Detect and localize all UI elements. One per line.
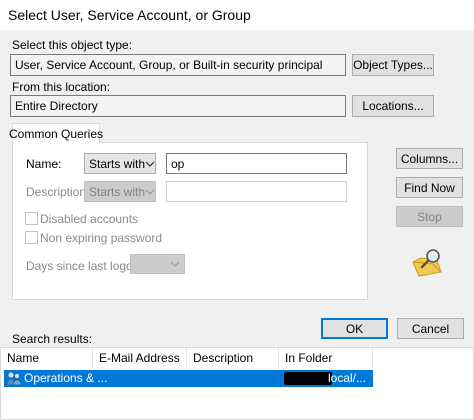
name-input[interactable] xyxy=(166,153,347,174)
search-results-label: Search results: xyxy=(12,332,93,346)
name-label: Name: xyxy=(26,157,62,171)
columns-button[interactable]: Columns... xyxy=(396,148,463,169)
redacted-block xyxy=(284,372,332,385)
column-header-name[interactable]: Name xyxy=(1,348,93,368)
magnifier-over-folder-icon xyxy=(411,248,445,278)
name-match-value: Starts with xyxy=(89,156,146,171)
description-match-value: Starts with xyxy=(89,184,146,199)
non-expiring-label: Non expiring password xyxy=(40,231,163,245)
days-label: Days since last logon: xyxy=(26,259,143,273)
description-match-select: Starts with xyxy=(84,181,156,202)
cancel-button[interactable]: Cancel xyxy=(397,318,464,339)
window-title: Select User, Service Account, or Group xyxy=(8,7,251,23)
tab-common-queries[interactable]: Common Queries xyxy=(9,123,103,143)
location-field: Entire Directory xyxy=(10,95,346,117)
disabled-accounts-label: Disabled accounts xyxy=(40,212,139,226)
row-folder: local/... xyxy=(328,371,367,385)
object-type-field: User, Service Account, Group, or Built-i… xyxy=(10,54,346,76)
user-group-icon xyxy=(6,371,22,386)
chevron-down-icon xyxy=(166,255,184,273)
column-header-email[interactable]: E-Mail Address xyxy=(93,348,187,368)
find-now-button[interactable]: Find Now xyxy=(396,177,463,198)
column-header-in-folder[interactable]: In Folder xyxy=(279,348,373,368)
location-label: From this location: xyxy=(12,80,111,94)
object-type-label: Select this object type: xyxy=(12,38,133,52)
non-expiring-checkbox[interactable] xyxy=(25,231,38,244)
column-header-description[interactable]: Description xyxy=(187,348,279,368)
search-results-list[interactable]: Name E-Mail Address Description In Folde… xyxy=(0,347,474,420)
days-select xyxy=(130,254,185,274)
name-input-value[interactable] xyxy=(171,157,342,171)
object-types-button[interactable]: Object Types... xyxy=(352,54,434,76)
ok-button[interactable]: OK xyxy=(321,318,388,339)
name-match-select[interactable]: Starts with xyxy=(84,153,156,174)
chevron-down-icon xyxy=(145,182,155,201)
disabled-accounts-checkbox[interactable] xyxy=(25,212,38,225)
row-name: Operations & ... xyxy=(24,371,108,385)
description-input xyxy=(166,181,347,202)
table-row[interactable]: Operations & ... local/... xyxy=(4,370,373,387)
description-label: Description: xyxy=(26,185,90,199)
description-input-value xyxy=(171,185,342,199)
stop-button: Stop xyxy=(396,206,463,227)
chevron-down-icon xyxy=(145,154,155,173)
locations-button[interactable]: Locations... xyxy=(352,95,434,117)
